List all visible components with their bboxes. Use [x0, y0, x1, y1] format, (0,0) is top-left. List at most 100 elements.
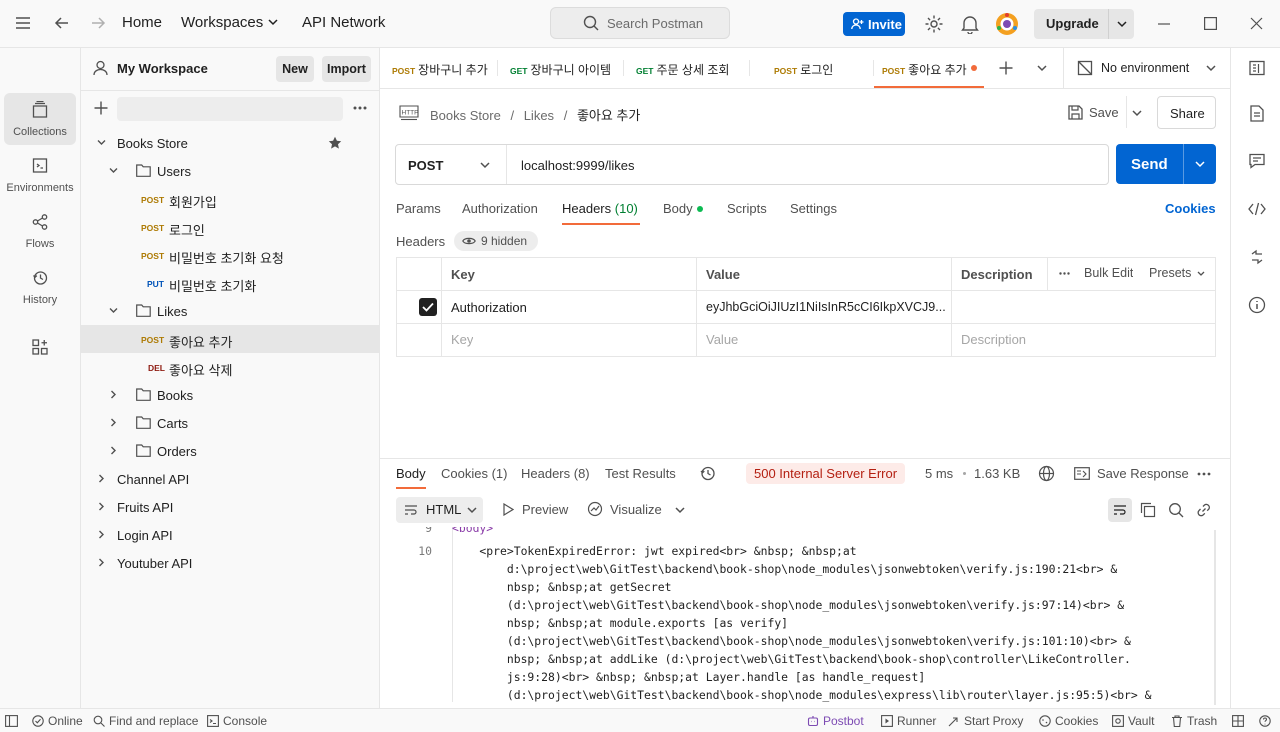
environment-quicklook-icon[interactable] [1249, 60, 1265, 76]
search-icon[interactable] [1168, 502, 1184, 518]
rail-history[interactable]: History [4, 261, 76, 313]
tree-request-like-delete[interactable]: DEL 좋아요 삭제 [81, 353, 380, 381]
visualize-button[interactable]: Visualize [610, 502, 662, 517]
tree-collection-books-store[interactable]: Books Store [81, 129, 380, 157]
tab-authorization[interactable]: Authorization [462, 201, 538, 216]
tab-settings[interactable]: Settings [790, 201, 837, 216]
invite-button[interactable]: Invite [843, 12, 905, 36]
tab-scripts[interactable]: Scripts [727, 201, 767, 216]
collections-search-input[interactable] [117, 97, 343, 121]
tree-folder-books[interactable]: Books [81, 381, 380, 409]
response-tab-cookies[interactable]: Cookies (1) [441, 466, 507, 481]
close-window-icon[interactable] [1250, 17, 1263, 30]
tab-params[interactable]: Params [396, 201, 441, 216]
forward-arrow-icon[interactable] [89, 14, 107, 32]
response-time[interactable]: 5 ms [925, 466, 953, 481]
chevron-down-icon[interactable] [1197, 271, 1205, 277]
comments-icon[interactable] [1249, 153, 1265, 169]
bulk-edit-button[interactable]: Bulk Edit [1084, 266, 1133, 280]
tree-request-like-add[interactable]: POST 좋아요 추가 [81, 325, 380, 353]
breadcrumb-collection[interactable]: Books Store [430, 108, 501, 123]
new-button[interactable]: New [276, 56, 314, 82]
request-tab[interactable]: POST 로그인 [750, 48, 874, 88]
add-icon[interactable] [94, 101, 108, 115]
tab-headers[interactable]: Headers (10) [562, 201, 638, 216]
tree-folder-users[interactable]: Users [81, 157, 380, 185]
hidden-headers-toggle[interactable]: 9 hidden [454, 231, 538, 251]
import-button[interactable]: Import [322, 56, 371, 82]
new-description-field[interactable]: Description [961, 332, 1026, 347]
info-icon[interactable] [1248, 296, 1266, 314]
chevron-down-icon[interactable] [1037, 65, 1047, 72]
documentation-icon[interactable] [1250, 105, 1264, 122]
chevron-down-icon[interactable] [675, 507, 685, 514]
status-badge[interactable]: 500 Internal Server Error [746, 463, 905, 484]
wrap-lines-button[interactable] [1108, 498, 1132, 522]
chevron-down-icon[interactable] [480, 162, 490, 169]
request-tab[interactable]: GET 장바구니 아이템 [498, 48, 624, 88]
layout-icon[interactable] [1232, 715, 1244, 727]
code-icon[interactable] [1248, 202, 1266, 216]
request-tab-active[interactable]: POST 좋아요 추가 [874, 48, 984, 88]
trash-button[interactable]: Trash [1187, 714, 1217, 728]
nav-api-network[interactable]: API Network [302, 14, 385, 31]
rail-collections[interactable]: Collections [4, 93, 76, 145]
console-button[interactable]: Console [223, 714, 267, 728]
related-collections-icon[interactable] [1249, 249, 1265, 265]
copy-icon[interactable] [1140, 502, 1156, 518]
environment-selector[interactable]: No environment [1101, 61, 1189, 75]
format-select[interactable]: HTML [396, 497, 483, 523]
more-options-icon[interactable] [1059, 272, 1070, 275]
history-icon[interactable] [699, 465, 716, 482]
runner-button[interactable]: Runner [897, 714, 936, 728]
toggle-sidebar-icon[interactable] [5, 715, 18, 727]
avatar[interactable] [995, 12, 1019, 36]
chevron-down-icon[interactable] [1195, 161, 1205, 168]
help-icon[interactable] [1259, 715, 1271, 727]
scrollbar[interactable] [1214, 530, 1216, 705]
cookies-link[interactable]: Cookies [1165, 201, 1216, 216]
link-icon[interactable] [1196, 502, 1212, 518]
maximize-icon[interactable] [1204, 17, 1217, 30]
chevron-down-icon[interactable] [1117, 21, 1127, 28]
presets-button[interactable]: Presets [1149, 266, 1191, 280]
tree-request-pw-reset-request[interactable]: POST 비밀번호 초기화 요청 [81, 241, 380, 269]
new-key-field[interactable]: Key [451, 332, 473, 347]
tree-request-signup[interactable]: POST 회원가입 [81, 185, 380, 213]
response-size[interactable]: 1.63 KB [974, 466, 1020, 481]
tree-collection-channel-api[interactable]: Channel API [81, 465, 380, 493]
header-value-field[interactable]: eyJhbGciOiJIUzI1NiIsInR5cCI6IkpXVCJ9.... [706, 300, 946, 314]
request-tab[interactable]: GET 주문 상세 조회 [624, 48, 750, 88]
rail-environments[interactable]: Environments [4, 149, 76, 201]
cookies-button[interactable]: Cookies [1055, 714, 1098, 728]
header-enabled-checkbox[interactable] [419, 298, 437, 316]
breadcrumb-request[interactable]: 좋아요 추가 [577, 108, 640, 123]
minimize-icon[interactable] [1158, 23, 1170, 25]
nav-workspaces[interactable]: Workspaces [181, 14, 263, 31]
tree-folder-carts[interactable]: Carts [81, 409, 380, 437]
globe-icon[interactable] [1038, 465, 1055, 482]
breadcrumb-folder[interactable]: Likes [524, 108, 554, 123]
apps-grid-icon[interactable] [32, 339, 48, 355]
new-value-field[interactable]: Value [706, 332, 738, 347]
tree-folder-orders[interactable]: Orders [81, 437, 380, 465]
more-options-icon[interactable] [1197, 472, 1211, 476]
more-options-icon[interactable] [353, 106, 367, 110]
rail-flows[interactable]: Flows [4, 205, 76, 257]
star-icon[interactable] [328, 136, 342, 150]
start-proxy-button[interactable]: Start Proxy [964, 714, 1023, 728]
postbot-button[interactable]: Postbot [823, 714, 864, 728]
chevron-down-icon[interactable] [1206, 65, 1216, 72]
back-arrow-icon[interactable] [53, 14, 71, 32]
tree-collection-login-api[interactable]: Login API [81, 521, 380, 549]
response-tab-test-results[interactable]: Test Results [605, 466, 676, 481]
method-select[interactable]: POST [408, 158, 443, 173]
response-body-viewer[interactable]: 9 10 <body> <pre>TokenExpiredError: jwt … [380, 527, 1202, 702]
response-tab-body[interactable]: Body [396, 466, 426, 481]
chevron-down-icon[interactable] [1132, 110, 1142, 117]
find-replace-button[interactable]: Find and replace [109, 714, 198, 728]
tree-collection-youtuber-api[interactable]: Youtuber API [81, 549, 380, 577]
tree-collection-fruits-api[interactable]: Fruits API [81, 493, 380, 521]
settings-gear-icon[interactable] [924, 14, 944, 34]
share-button[interactable]: Share [1157, 96, 1216, 129]
